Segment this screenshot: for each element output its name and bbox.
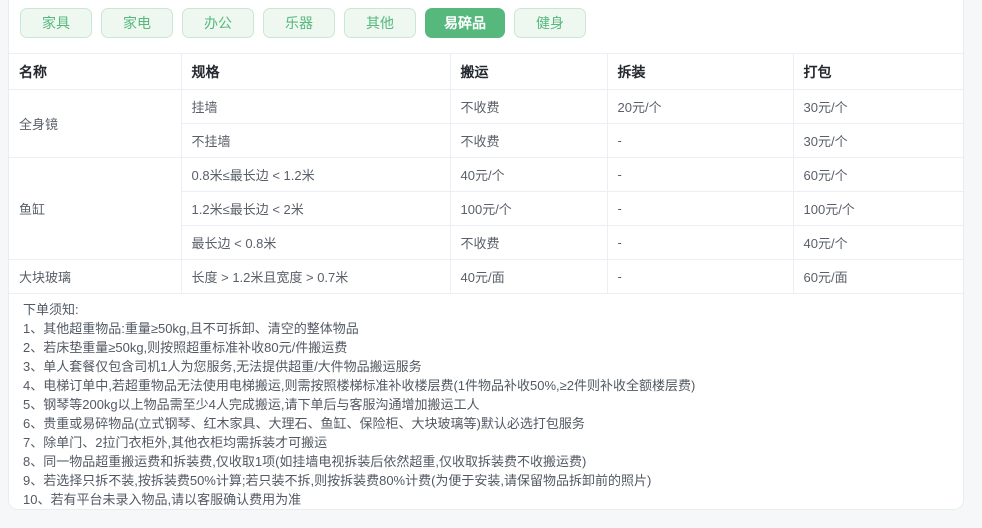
cell-move: 不收费 [450,225,608,260]
cell-move: 100元/个 [450,191,608,226]
cell-disassembly: - [607,191,794,226]
cell-pack: 60元/面 [793,259,963,294]
cell-disassembly: - [607,123,794,158]
cell-spec: 0.8米≤最长边 < 1.2米 [181,157,451,192]
cell-item-name: 鱼缸 [9,157,182,260]
tab-office[interactable]: 办公 [182,8,254,38]
category-tabs: 家具 家电 办公 乐器 其他 易碎品 健身 [9,0,963,38]
cell-pack: 40元/个 [793,225,963,260]
note-item: 8、同一物品超重搬运费和拆装费,仅收取1项(如挂墙电视拆装后依然超重,仅收取拆装… [23,454,587,469]
cell-pack: 60元/个 [793,157,963,192]
cell-spec: 最长边 < 0.8米 [181,225,451,260]
table-row: 鱼缸 0.8米≤最长边 < 1.2米 40元/个 -60元/个 [9,157,963,260]
note-item: 6、贵重或易碎物品(立式钢琴、红木家具、大理石、鱼缸、保险柜、大块玻璃等)默认必… [23,416,585,431]
cell-spec: 挂墙 [181,89,451,124]
cell-disassembly: - [607,259,794,294]
cell-move: 40元/面 [450,259,608,294]
cell-pack: 30元/个 [793,89,963,124]
tab-other[interactable]: 其他 [344,8,416,38]
column-header: 规格 [181,53,451,90]
cell-disassembly: 20元/个 [607,89,794,124]
column-header: 名称 [9,53,182,90]
cell-spec: 不挂墙 [181,123,451,158]
note-item: 10、若有平台未录入物品,请以客服确认费用为准 [23,492,302,507]
cell-spec: 长度 > 1.2米且宽度 > 0.7米 [181,259,451,294]
note-item: 3、单人套餐仅包含司机1人为您服务,无法提供超重/大件物品搬运服务 [23,359,422,374]
pricing-table-header-row: 名称 规格 搬运 拆装 打包 [9,53,963,90]
table-row: 大块玻璃 长度 > 1.2米且宽度 > 0.7米 40元/面 -60元/面 [9,259,963,294]
tab-fragile[interactable]: 易碎品 [425,8,505,38]
page: { "colors": { "accent_green": "#56b87d",… [0,0,982,528]
note-item: 7、除单门、2拉门衣柜外,其他衣柜均需拆装才可搬运 [23,435,328,450]
cell-disassembly: - [607,225,794,260]
cell-pack: 100元/个 [793,191,963,226]
tab-appliance[interactable]: 家电 [101,8,173,38]
table-row: 全身镜 挂墙 不收费 20元/个 30元/个 [9,89,963,158]
note-item: 2、若床垫重量≥50kg,则按照超重标准补收80元/件搬运费 [23,340,348,355]
tab-instrument[interactable]: 乐器 [263,8,335,38]
column-header: 拆装 [607,53,794,90]
note-item: 4、电梯订单中,若超重物品无法使用电梯搬运,则需按照楼梯标准补收楼层费(1件物品… [23,378,696,393]
cell-disassembly: - [607,157,794,192]
pricing-table-body: 全身镜 挂墙 不收费 20元/个 30元/个 不挂墙 不收费 -30元/个 鱼缸 0.8米≤最长边… [9,89,963,294]
cell-pack: 30元/个 [793,123,963,158]
cell-move: 40元/个 [450,157,608,192]
tab-fitness[interactable]: 健身 [514,8,586,38]
cell-move: 不收费 [450,123,608,158]
column-header: 打包 [793,53,963,90]
note-item: 9、若选择只拆不装,按拆装费50%计算;若只装不拆,则按拆装费80%计费(为便于… [23,473,652,488]
note-item: 1、其他超重物品:重量≥50kg,且不可拆卸、清空的整体物品 [23,321,359,336]
cell-move: 不收费 [450,89,608,124]
cell-item-name: 大块玻璃 [9,259,182,294]
note-item: 5、钢琴等200kg以上物品需至少4人完成搬运,请下单后与客服沟通增加搬运工人 [23,397,480,412]
cell-item-name: 全身镜 [9,89,182,158]
content-card: 家具 家电 办公 乐器 其他 易碎品 健身 名称 规格 搬运 拆装 打包 全身镜 挂墙 不收费 20元/个… [8,0,964,510]
order-notes: 下单须知: 1、其他超重物品:重量≥50kg,且不可拆卸、清空的整体物品 2、若床… [9,294,963,509]
order-notes-list: 1、其他超重物品:重量≥50kg,且不可拆卸、清空的整体物品 2、若床垫重量≥50… [23,319,949,509]
tab-furniture[interactable]: 家具 [20,8,92,38]
column-header: 搬运 [450,53,608,90]
order-notes-title: 下单须知: [23,302,79,317]
cell-spec: 1.2米≤最长边 < 2米 [181,191,451,226]
pricing-table: 名称 规格 搬运 拆装 打包 全身镜 挂墙 不收费 20元/个 30元/个 不挂墙 不收费 -30元/… [9,53,963,294]
